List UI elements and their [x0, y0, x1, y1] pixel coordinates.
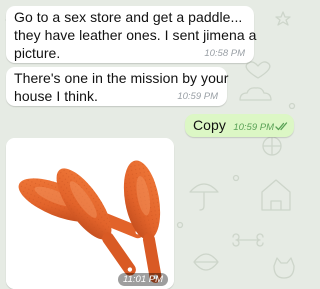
message-text-line: picture.: [14, 45, 61, 61]
message-time: 10:59 PM: [177, 91, 218, 102]
incoming-message[interactable]: Go to a sex store and get a paddle... th…: [6, 6, 257, 63]
message-text-line: they have leather ones. I sent jimena a: [14, 27, 257, 43]
double-check-icon: [275, 122, 288, 131]
message-time: 11:01 PM: [118, 273, 168, 286]
message-text-line: house I think.: [14, 88, 98, 104]
chat-window: Go to a sex store and get a paddle... th…: [0, 0, 300, 289]
paddles-image[interactable]: [6, 138, 174, 289]
message-text-line: There's one in the mission by your: [14, 70, 229, 86]
photo-message[interactable]: 11:01 PM: [6, 138, 174, 289]
message-text-line: Go to a sex store and get a paddle...: [14, 9, 243, 25]
message-time: 10:58 PM: [204, 48, 245, 59]
outgoing-message[interactable]: Copy 10:59 PM: [185, 114, 294, 137]
incoming-message[interactable]: There's one in the mission by your house…: [6, 67, 229, 106]
message-text-line: Copy: [193, 117, 226, 133]
message-time: 10:59 PM: [233, 122, 274, 133]
